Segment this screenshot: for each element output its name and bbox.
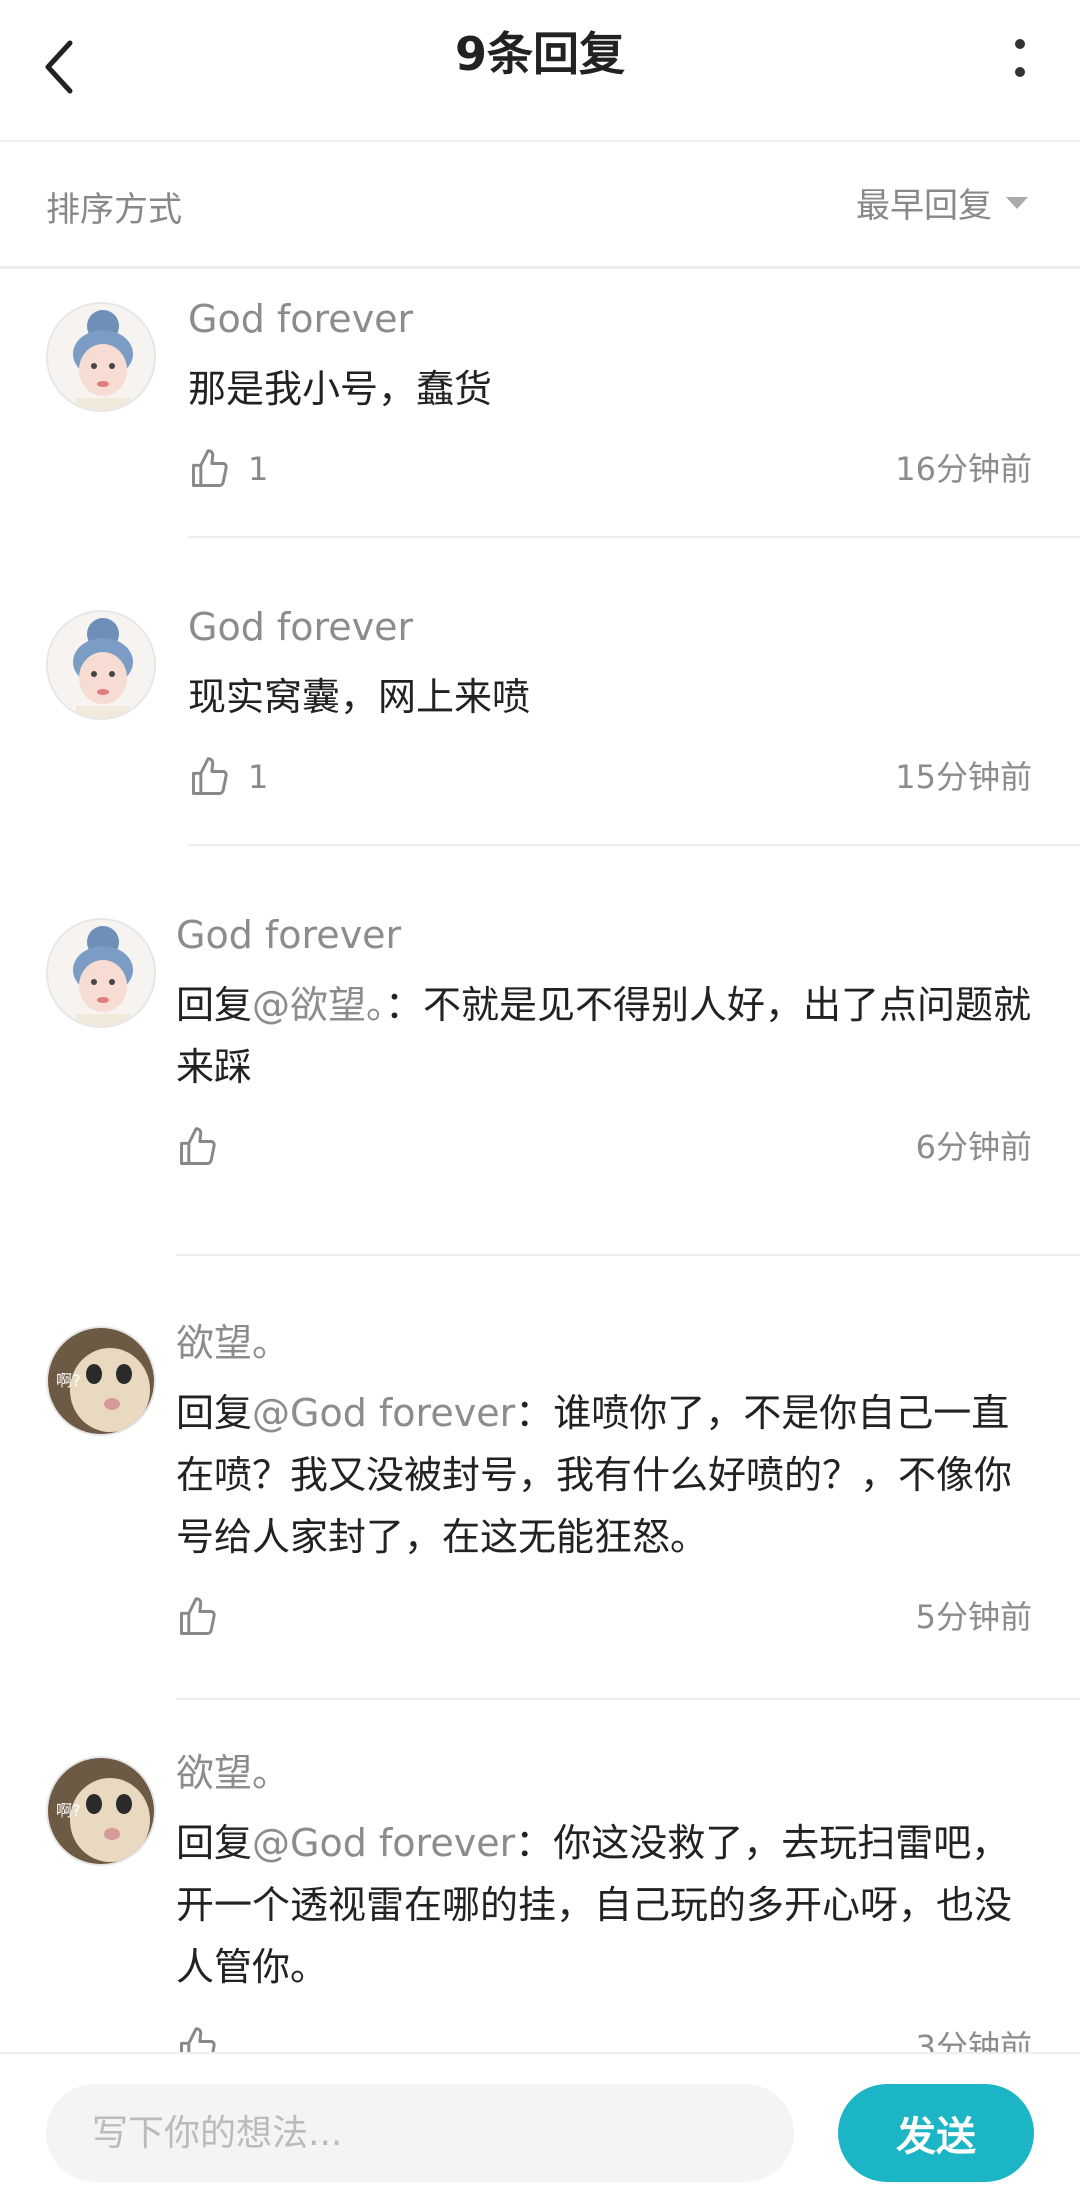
reply-meta: 6分钟前	[176, 1112, 1032, 1182]
reply-time: 6分钟前	[915, 1128, 1032, 1166]
mention-suffix: ：	[515, 1391, 554, 1435]
vertical-dots-icon	[1015, 39, 1025, 77]
reply-time: 16分钟前	[895, 450, 1032, 488]
mention-link[interactable]: @欲望。	[252, 983, 385, 1027]
reply-username[interactable]: 欲望。	[176, 1746, 1032, 1800]
more-options-button[interactable]	[990, 28, 1050, 88]
thumbs-up-icon	[180, 1127, 216, 1165]
avatar-caption: 啊?	[56, 1801, 81, 1820]
reply-text: 回复@欲望。：不就是见不得别人好，出了点问题就来踩	[176, 974, 1032, 1098]
page-title: 9条回复	[454, 27, 625, 81]
reply-meta: 1 15分钟前	[188, 742, 1032, 812]
reply-username[interactable]: God forever	[188, 600, 1032, 654]
reply-divider	[188, 844, 1080, 846]
reply-prefix: 回复	[176, 1821, 253, 1865]
reply-username[interactable]: God forever	[176, 908, 1032, 962]
sort-dropdown[interactable]: 最早回复	[856, 178, 1030, 227]
like-count: 1	[248, 450, 269, 488]
girl-avatar-icon	[48, 304, 154, 410]
sort-label: 排序方式	[46, 190, 182, 230]
thumbs-up-icon	[192, 757, 228, 795]
reply-time: 15分钟前	[895, 758, 1032, 796]
reply-composer: 发送	[0, 2052, 1080, 2204]
comment-input[interactable]	[46, 2084, 794, 2182]
user-avatar[interactable]: 啊?	[46, 1326, 156, 1436]
mention-link[interactable]: @God forever	[252, 1391, 515, 1435]
reply-prefix: 回复	[176, 1391, 253, 1435]
like-button[interactable]	[176, 1112, 236, 1182]
reply-divider	[188, 536, 1080, 538]
reply-time: 5分钟前	[915, 1598, 1032, 1636]
cat-avatar-icon: 啊?	[48, 1328, 154, 1434]
avatar-caption: 啊?	[56, 1371, 81, 1390]
like-count: 1	[248, 758, 269, 796]
user-avatar[interactable]	[46, 610, 156, 720]
user-avatar[interactable]: 啊?	[46, 1756, 156, 1866]
user-avatar[interactable]	[46, 918, 156, 1028]
top-bar: 9条回复	[0, 0, 1080, 142]
reply-username[interactable]: 欲望。	[176, 1316, 1032, 1370]
reply-prefix: 回复	[176, 983, 253, 1027]
reply-text: 那是我小号，蠢货	[188, 367, 493, 411]
mention-suffix: ：	[385, 983, 424, 1027]
thumbs-up-icon	[180, 1597, 216, 1635]
reply-text: 现实窝囊，网上来喷	[188, 675, 531, 719]
thumbs-up-icon	[192, 449, 228, 487]
cat-avatar-icon: 啊?	[48, 1758, 154, 1864]
girl-avatar-icon	[48, 612, 154, 718]
reply-text: 回复@God forever：谁喷你了，不是你自己一直在喷？我又没被封号，我有什…	[176, 1382, 1032, 1568]
reply-meta: 1 16分钟前	[188, 434, 1032, 504]
mention-suffix: ：	[515, 1821, 554, 1865]
like-button[interactable]: 1	[188, 742, 268, 812]
reply-divider	[176, 1254, 1080, 1256]
reply-text: 回复@God forever：你这没救了，去玩扫雷吧，开一个透视雷在哪的挂，自己…	[176, 1812, 1032, 1998]
girl-avatar-icon	[48, 920, 154, 1026]
like-button[interactable]	[176, 1582, 236, 1652]
mention-link[interactable]: @God forever	[252, 1821, 515, 1865]
reply-username[interactable]: God forever	[188, 292, 1032, 346]
reply-meta: 5分钟前	[176, 1582, 1032, 1652]
sort-selected-value: 最早回复	[856, 186, 992, 226]
send-button[interactable]: 发送	[838, 2084, 1034, 2182]
user-avatar[interactable]	[46, 302, 156, 412]
sort-bar: 排序方式 最早回复	[0, 142, 1080, 269]
caret-down-icon	[1006, 196, 1028, 209]
like-button[interactable]: 1	[188, 434, 268, 504]
reply-divider	[176, 1698, 1080, 1700]
